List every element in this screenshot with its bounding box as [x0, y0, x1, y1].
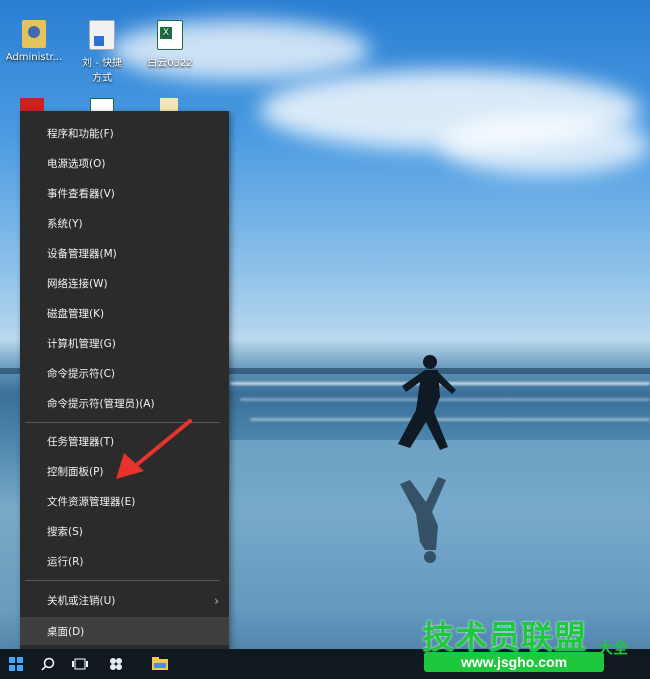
windows-start-icon[interactable]	[0, 649, 32, 679]
partial-icon-red[interactable]	[20, 98, 44, 112]
app-icon[interactable]	[100, 649, 132, 679]
menu-item-event-viewer[interactable]: 事件查看器(V)	[20, 179, 229, 207]
menu-item-label: 关机或注销(U)	[47, 594, 116, 607]
excel-file-icon: X	[157, 20, 183, 50]
menu-item-run[interactable]: 运行(R)	[20, 547, 229, 575]
shortcut-icon	[89, 20, 115, 50]
user-folder-icon	[22, 20, 46, 48]
menu-item-desktop[interactable]: 桌面(D)	[20, 617, 229, 645]
menu-item-power-options[interactable]: 电源选项(O)	[20, 149, 229, 177]
desktop-icon-label: 白云0322	[147, 58, 193, 69]
menu-item-network-connections[interactable]: 网络连接(W)	[20, 269, 229, 297]
search-icon[interactable]	[32, 649, 64, 679]
partial-icon-file[interactable]	[160, 98, 178, 112]
desktop-icon-excel[interactable]: X 白云0322	[130, 20, 210, 69]
menu-item-shutdown-signout[interactable]: 关机或注销(U) ›	[20, 586, 229, 614]
menu-separator	[25, 580, 220, 581]
desktop-icon-label: 刘 - 快捷方式	[82, 58, 122, 84]
menu-item-computer-management[interactable]: 计算机管理(G)	[20, 329, 229, 357]
task-view-icon[interactable]	[64, 649, 96, 679]
menu-item-command-prompt[interactable]: 命令提示符(C)	[20, 359, 229, 387]
winx-context-menu: 程序和功能(F) 电源选项(O) 事件查看器(V) 系统(Y) 设备管理器(M)…	[20, 111, 229, 649]
runner-silhouette	[398, 355, 456, 563]
watermark-url: www.jsgho.com	[424, 652, 604, 672]
explorer-icon[interactable]	[144, 649, 176, 679]
menu-item-system[interactable]: 系统(Y)	[20, 209, 229, 237]
menu-item-command-prompt-admin[interactable]: 命令提示符(管理员)(A)	[20, 389, 229, 417]
menu-item-file-explorer[interactable]: 文件资源管理器(E)	[20, 487, 229, 515]
chevron-right-icon: ›	[214, 594, 219, 608]
menu-item-programs-features[interactable]: 程序和功能(F)	[20, 119, 229, 147]
menu-item-disk-management[interactable]: 磁盘管理(K)	[20, 299, 229, 327]
menu-item-device-manager[interactable]: 设备管理器(M)	[20, 239, 229, 267]
annotation-arrow	[116, 419, 192, 479]
menu-item-search[interactable]: 搜索(S)	[20, 517, 229, 545]
